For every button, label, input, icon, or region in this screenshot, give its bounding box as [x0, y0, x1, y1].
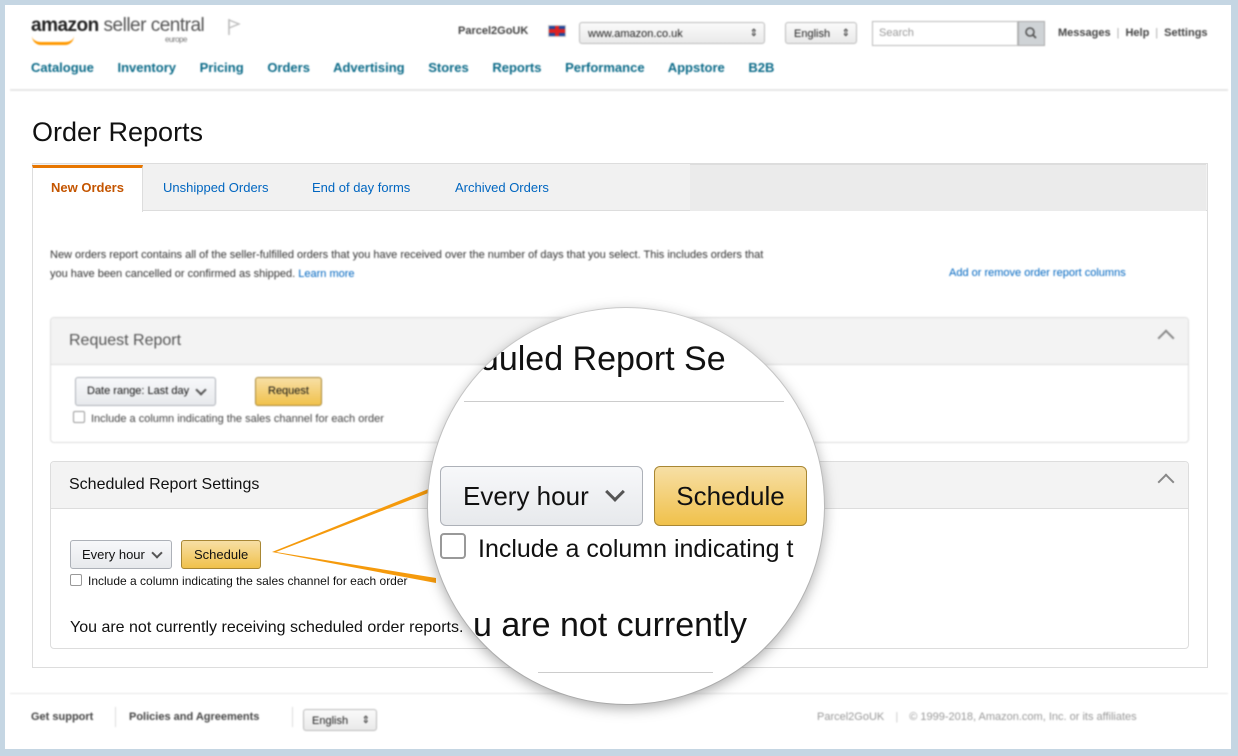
policies-link[interactable]: Policies and Agreements	[129, 711, 259, 723]
magnified-frequency-value: Every hour	[463, 481, 589, 511]
select-arrows-icon: ⇕	[749, 28, 758, 39]
language-value: English	[794, 28, 831, 40]
zoom-magnifier: eduled Report Se Every hour Schedule Inc…	[428, 308, 824, 704]
magnified-status-text: u are not currently	[473, 606, 748, 644]
nav-pricing[interactable]: Pricing	[200, 60, 244, 75]
request-include-channel-checkbox[interactable]	[73, 411, 85, 423]
date-range-value: Date range: Last day	[87, 385, 190, 397]
nav-appstore[interactable]: Appstore	[668, 60, 725, 75]
separator: |	[895, 711, 899, 723]
nav-stores[interactable]: Stores	[428, 60, 468, 75]
nav-catalogue[interactable]: Catalogue	[31, 60, 94, 75]
frequency-value: Every hour	[82, 547, 145, 562]
settings-link[interactable]: Settings	[1161, 27, 1210, 39]
language-select[interactable]: English ⇕	[785, 22, 857, 44]
nav-b2b[interactable]: B2B	[748, 60, 774, 75]
uk-flag-icon	[548, 25, 566, 37]
request-report-title: Request Report	[69, 332, 182, 349]
magnified-frequency-select[interactable]: Every hour	[440, 466, 643, 526]
store-name: Parcel2GoUK	[458, 25, 529, 37]
search-input[interactable]: Search	[872, 21, 1018, 46]
logo-sub-text: europe	[165, 35, 187, 44]
description-text: New orders report contains all of the se…	[50, 249, 764, 280]
chevron-down-icon	[151, 547, 163, 559]
tab-bar-right-fill	[690, 164, 1206, 211]
collapse-icon	[1157, 329, 1175, 347]
scheduled-status-text: You are not currently receiving schedule…	[70, 619, 464, 636]
marketplace-value: www.amazon.co.uk	[588, 28, 683, 40]
magnified-schedule-button[interactable]: Schedule	[654, 466, 807, 526]
footer-separator	[115, 707, 116, 727]
add-remove-columns-link[interactable]: Add or remove order report columns	[949, 267, 1126, 279]
select-arrows-icon: ⇕	[361, 715, 370, 726]
help-link[interactable]: Help	[1122, 27, 1152, 39]
nav-advertising[interactable]: Advertising	[333, 60, 405, 75]
magnified-bottom-divider	[538, 672, 713, 673]
magnified-include-label: Include a column indicating t	[478, 535, 794, 563]
collapse-icon	[1157, 473, 1175, 491]
scheduled-include-channel-label: Include a column indicating the sales ch…	[88, 574, 408, 588]
footer-legal: Parcel2GoUK | © 1999-2018, Amazon.com, I…	[817, 711, 1137, 723]
header-divider	[10, 89, 1228, 91]
top-links: Messages | Help | Settings	[1055, 27, 1211, 39]
tab-end-of-day-forms[interactable]: End of day forms	[312, 171, 410, 205]
tab-unshipped-orders[interactable]: Unshipped Orders	[163, 171, 269, 205]
page-title: Order Reports	[32, 117, 204, 147]
marketplace-select[interactable]: www.amazon.co.uk ⇕	[579, 22, 765, 44]
search-button[interactable]	[1018, 21, 1045, 46]
learn-more-link[interactable]: Learn more	[298, 268, 354, 280]
flag-icon[interactable]	[227, 18, 241, 36]
select-arrows-icon: ⇕	[841, 28, 850, 39]
search-icon	[1025, 27, 1037, 39]
magnifier-content: eduled Report Se Every hour Schedule Inc…	[428, 308, 824, 704]
messages-link[interactable]: Messages	[1055, 27, 1114, 39]
request-include-channel-row: Include a column indicating the sales ch…	[73, 411, 384, 425]
magnified-include-row: Include a column indicating t	[440, 533, 793, 564]
nav-performance[interactable]: Performance	[565, 60, 644, 75]
request-include-channel-label: Include a column indicating the sales ch…	[91, 413, 384, 425]
footer-language-value: English	[312, 715, 349, 727]
scheduled-include-channel-checkbox[interactable]	[70, 574, 82, 586]
scheduled-include-channel-row: Include a column indicating the sales ch…	[70, 574, 440, 588]
footer-separator	[292, 707, 293, 727]
report-description: New orders report contains all of the se…	[50, 246, 770, 284]
tab-new-orders[interactable]: New Orders	[32, 165, 143, 212]
nav-orders[interactable]: Orders	[267, 60, 310, 75]
footer-copyright: © 1999-2018, Amazon.com, Inc. or its aff…	[909, 711, 1137, 723]
magnified-section-title: eduled Report Se	[461, 340, 726, 378]
chevron-down-icon	[195, 384, 207, 396]
nav-inventory[interactable]: Inventory	[117, 60, 176, 75]
logo-main-text: amazon	[31, 15, 99, 36]
magnified-divider	[464, 401, 784, 402]
schedule-button[interactable]: Schedule	[181, 540, 262, 569]
nav-reports[interactable]: Reports	[492, 60, 541, 75]
request-button[interactable]: Request	[255, 377, 322, 406]
date-range-select[interactable]: Date range: Last day	[75, 377, 217, 406]
magnified-include-checkbox[interactable]	[440, 533, 466, 559]
footer-language-select[interactable]: English ⇕	[303, 709, 377, 731]
footer-store-name: Parcel2GoUK	[817, 711, 885, 723]
seller-central-logo[interactable]: amazon seller central europe	[31, 15, 205, 44]
separator: |	[1155, 27, 1159, 39]
tab-archived-orders[interactable]: Archived Orders	[455, 171, 549, 205]
chevron-down-icon	[605, 482, 625, 502]
amazon-smile-icon	[32, 36, 74, 45]
main-nav: Catalogue Inventory Pricing Orders Adver…	[31, 60, 794, 75]
frequency-select[interactable]: Every hour	[70, 540, 172, 569]
logo-light-text: seller central	[98, 15, 205, 36]
scheduled-report-title: Scheduled Report Settings	[69, 476, 260, 493]
get-support-link[interactable]: Get support	[31, 711, 93, 723]
